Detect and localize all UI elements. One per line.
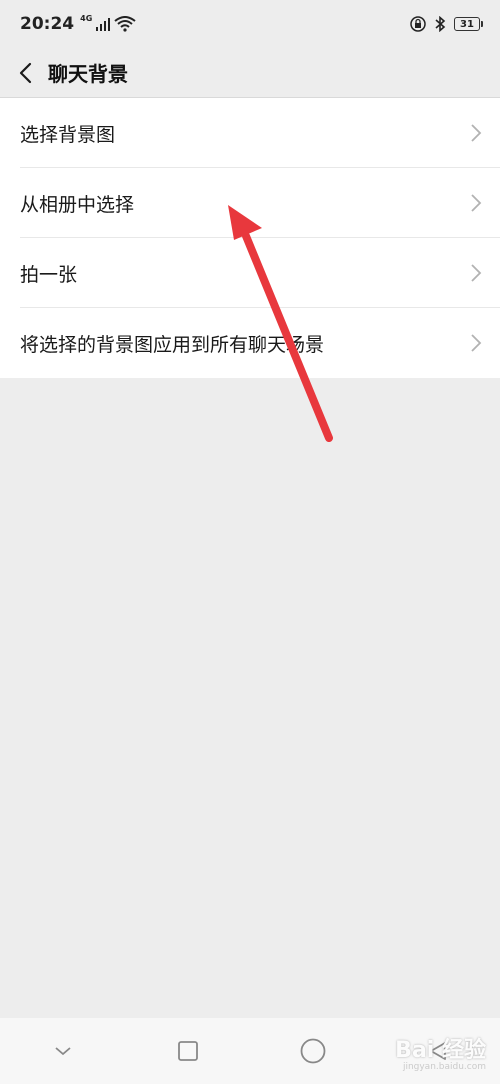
chevron-down-icon	[54, 1047, 71, 1056]
menu-item-apply-all-chats[interactable]: 将选择的背景图应用到所有聊天场景	[0, 308, 500, 378]
back-button[interactable]	[0, 48, 50, 98]
battery-indicator: 31	[454, 17, 483, 31]
header-bar: 聊天背景	[0, 48, 500, 98]
menu-item-label: 将选择的背景图应用到所有聊天场景	[20, 333, 325, 356]
menu-item-take-photo[interactable]: 拍一张	[0, 238, 500, 308]
bluetooth-icon	[435, 16, 446, 32]
circle-icon	[300, 1038, 325, 1064]
settings-menu: 选择背景图 从相册中选择 拍一张 将选择的背景图应用到所有聊天场景	[0, 98, 500, 378]
watermark-logo: Bai 经验	[395, 1038, 486, 1063]
chevron-right-icon	[471, 334, 482, 352]
menu-item-label: 从相册中选择	[20, 193, 135, 216]
chevron-right-icon	[471, 194, 482, 212]
status-right: 31	[410, 16, 483, 32]
nav-hide-button[interactable]	[33, 1021, 93, 1081]
page-title: 聊天背景	[48, 62, 128, 86]
watermark: Bai 经验 jingyan.baidu.com	[395, 1032, 486, 1072]
menu-item-label: 拍一张	[20, 263, 78, 286]
network-type: 4G	[80, 13, 93, 23]
nav-home-button[interactable]	[283, 1021, 343, 1081]
square-icon	[177, 1041, 198, 1061]
menu-item-from-album[interactable]: 从相册中选择	[0, 168, 500, 238]
menu-item-label: 选择背景图	[20, 123, 116, 146]
menu-item-choose-background[interactable]: 选择背景图	[0, 98, 500, 168]
status-left: 20:24 4G	[20, 14, 136, 34]
nav-recents-button[interactable]	[158, 1021, 218, 1081]
lock-rotation-icon	[410, 16, 426, 32]
watermark-url: jingyan.baidu.com	[402, 1062, 486, 1072]
back-arrow-icon	[19, 62, 32, 83]
chevron-right-icon	[471, 264, 482, 282]
wifi-icon	[114, 16, 136, 32]
signal-icon	[96, 18, 111, 31]
chevron-right-icon	[471, 124, 482, 142]
status-time: 20:24	[20, 14, 75, 34]
status-bar: 20:24 4G 31	[0, 0, 500, 48]
